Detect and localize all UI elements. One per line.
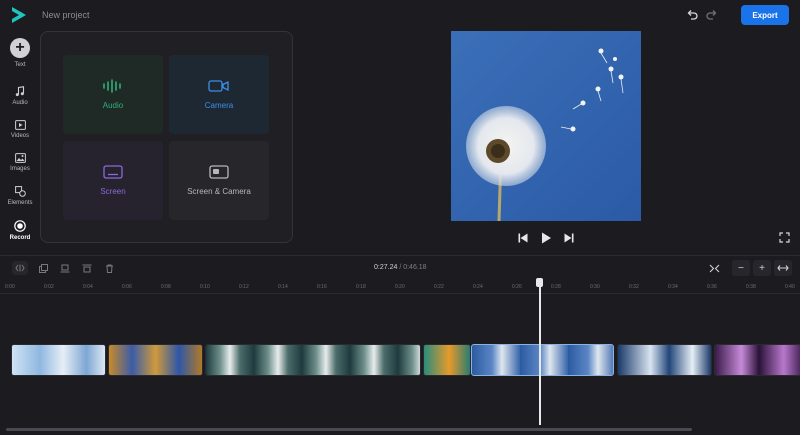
redo-icon[interactable] <box>706 9 718 21</box>
ruler-tick: 0:38 <box>746 284 756 290</box>
duplicate-icon <box>38 263 48 273</box>
split-button[interactable] <box>12 261 28 275</box>
record-camera-tile[interactable]: Camera <box>169 55 269 134</box>
tile-label: Screen & Camera <box>187 187 251 196</box>
plus-icon: + <box>10 38 30 58</box>
fit-icon <box>709 264 719 272</box>
dandelion-image <box>451 31 641 221</box>
clip-purple-flowers[interactable] <box>714 344 800 376</box>
ruler-tick: 0:32 <box>629 284 639 290</box>
timecode: 0:27.24 / 0:46.18 <box>374 264 427 271</box>
ruler-tick: 0:30 <box>590 284 600 290</box>
clip-white-lilies[interactable] <box>617 344 712 376</box>
record-panel: Audio Camera Screen Screen & Camera <box>40 31 293 243</box>
skip-back-icon[interactable] <box>517 232 529 244</box>
ruler-tick: 0:18 <box>356 284 366 290</box>
ruler-tick: 0:02 <box>44 284 54 290</box>
ruler-tick: 0:10 <box>200 284 210 290</box>
video-editor: New project Export + Text Audio Videos I… <box>0 0 800 435</box>
time-ruler[interactable]: 0:00 0:02 0:04 0:06 0:08 0:10 0:12 0:14 0:16 0:18… <box>0 280 800 294</box>
logo-icon <box>12 7 26 23</box>
ruler-tick: 0:00 <box>5 284 15 290</box>
tile-label: Camera <box>204 101 234 110</box>
expand-button[interactable] <box>774 260 792 276</box>
align-top-icon <box>82 264 92 272</box>
fullscreen-icon[interactable] <box>779 232 790 243</box>
ruler-tick: 0:28 <box>551 284 561 290</box>
record-icon <box>14 220 26 232</box>
ruler-tick: 0:34 <box>668 284 678 290</box>
tile-label: Audio <box>102 101 124 110</box>
current-time: 0:27.24 <box>374 264 398 271</box>
sidebar-item-label: Images <box>10 166 30 172</box>
ruler-tick: 0:36 <box>707 284 717 290</box>
timeline-scrollbar[interactable] <box>6 428 692 431</box>
export-button[interactable]: Export <box>741 5 789 25</box>
screen-icon <box>103 165 123 179</box>
clip-white-flowers[interactable] <box>11 344 106 376</box>
sidebar-item-images[interactable]: Images <box>0 153 40 172</box>
ruler-tick: 0:12 <box>239 284 249 290</box>
ruler-tick: 0:06 <box>122 284 132 290</box>
record-screen-tile[interactable]: Screen <box>63 141 163 220</box>
fit-button[interactable] <box>706 261 722 275</box>
align-bottom-button[interactable] <box>57 261 73 275</box>
total-time: 0:46.18 <box>403 264 427 271</box>
ruler-tick: 0:08 <box>161 284 171 290</box>
music-note-icon <box>15 86 25 97</box>
project-title[interactable]: New project <box>42 10 90 20</box>
timeline-toolbar: 0:27.24 / 0:46.18 − + <box>0 255 800 279</box>
play-icon[interactable] <box>540 232 552 244</box>
ruler-tick: 0:26 <box>512 284 522 290</box>
sidebar-item-elements[interactable]: Elements <box>0 186 40 206</box>
video-icon <box>14 120 26 130</box>
sidebar-item-label: Record <box>9 235 31 241</box>
skip-forward-icon[interactable] <box>563 232 575 244</box>
record-screen-camera-tile[interactable]: Screen & Camera <box>169 141 269 220</box>
tile-label: Screen <box>100 187 126 196</box>
sidebar-item-label: Audio <box>12 100 28 106</box>
sidebar-item-audio[interactable]: Audio <box>0 86 40 106</box>
sidebar-item-text[interactable]: + Text <box>0 38 40 68</box>
clip-orange-flower[interactable] <box>423 344 471 376</box>
clip-dandelion-selected[interactable] <box>471 344 614 376</box>
ruler-tick: 0:22 <box>434 284 444 290</box>
ruler-tick: 0:40 <box>785 284 795 290</box>
undo-icon[interactable] <box>686 9 698 21</box>
align-top-button[interactable] <box>79 261 95 275</box>
playhead-handle[interactable] <box>536 278 543 287</box>
split-icon <box>15 264 25 272</box>
video-track <box>11 344 800 376</box>
delete-button[interactable] <box>101 261 117 275</box>
ruler-tick: 0:20 <box>395 284 405 290</box>
ruler-tick: 0:24 <box>473 284 483 290</box>
trash-icon <box>105 264 113 273</box>
align-bottom-icon <box>60 264 70 272</box>
ruler-tick: 0:04 <box>83 284 93 290</box>
sidebar-item-videos[interactable]: Videos <box>0 120 40 139</box>
image-icon <box>14 153 26 163</box>
camera-icon <box>208 80 229 92</box>
duplicate-button[interactable] <box>35 261 51 275</box>
time-separator: / <box>399 264 402 271</box>
clip-blue-flowers[interactable] <box>108 344 203 376</box>
sidebar-item-label: Text <box>14 62 26 68</box>
shapes-icon <box>14 186 26 197</box>
sidebar-item-record[interactable]: Record <box>0 220 40 241</box>
screen-camera-icon <box>209 165 229 179</box>
playhead[interactable] <box>539 281 541 425</box>
sidebar-item-label: Videos <box>10 133 30 139</box>
waveform-icon <box>103 79 121 93</box>
zoom-in-button[interactable]: + <box>753 260 771 276</box>
record-audio-tile[interactable]: Audio <box>63 55 163 134</box>
ruler-tick: 0:16 <box>317 284 327 290</box>
sidebar-item-label: Elements <box>7 200 33 206</box>
expand-icon <box>777 265 789 271</box>
clip-daisies[interactable] <box>205 344 421 376</box>
zoom-out-button[interactable]: − <box>732 260 750 276</box>
ruler-tick: 0:14 <box>278 284 288 290</box>
video-preview[interactable] <box>451 31 641 221</box>
